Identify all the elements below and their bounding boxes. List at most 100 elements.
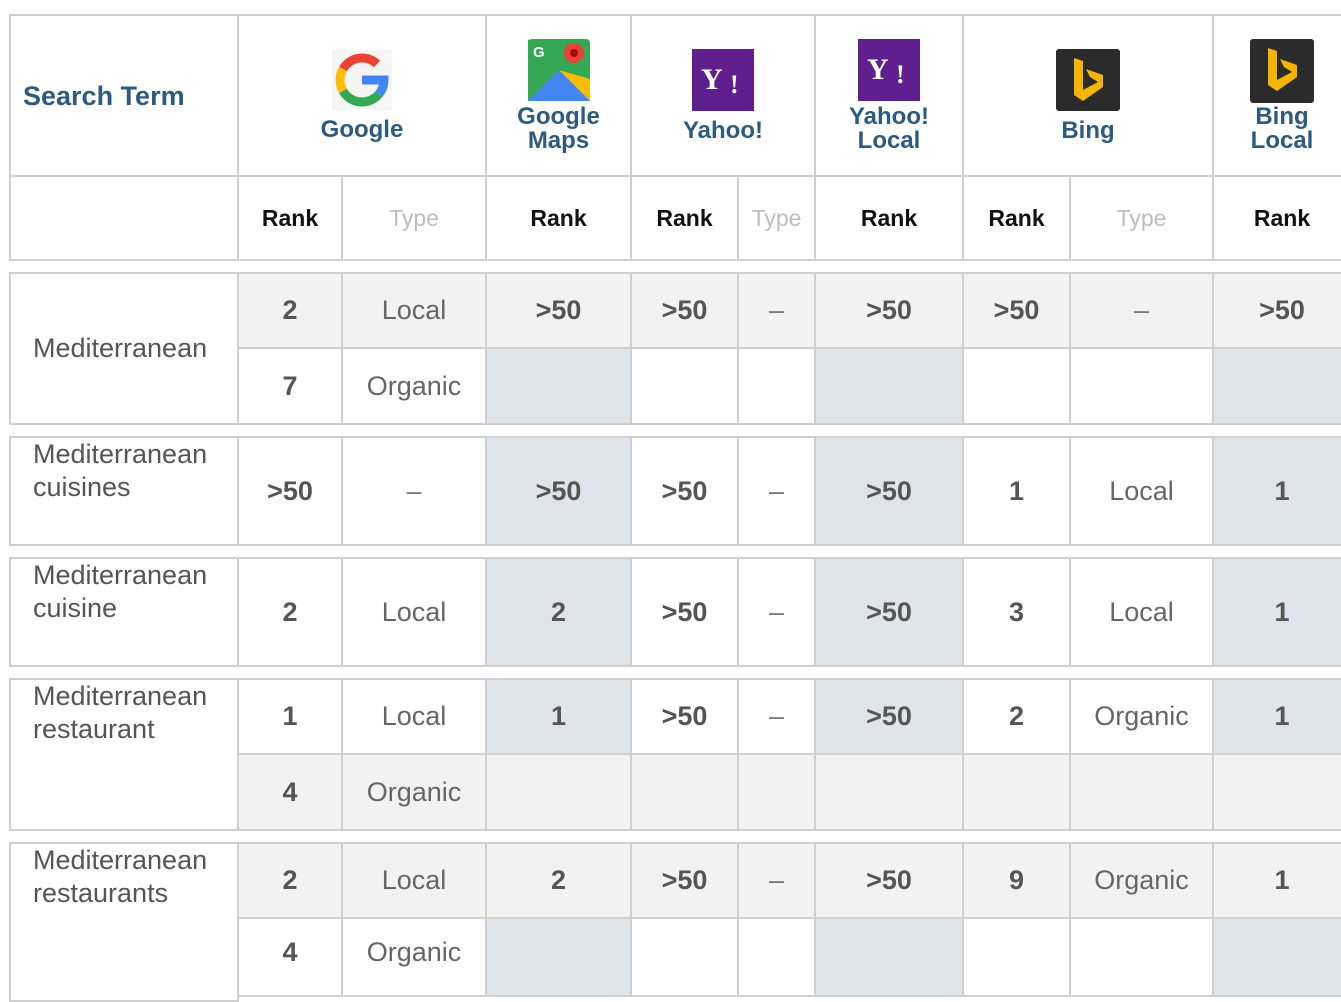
yahoo-rank: >50 bbox=[630, 557, 739, 667]
header-yahoo-local-label-1: Yahoo! bbox=[848, 102, 929, 130]
google-maps-empty bbox=[485, 753, 632, 831]
bing-rank: 3 bbox=[962, 557, 1071, 667]
header-bing-local-label-1: Bing bbox=[1255, 102, 1309, 130]
bing-local-empty bbox=[1212, 917, 1341, 997]
bing-local-rank: 1 bbox=[1212, 557, 1341, 667]
google-type: – bbox=[341, 436, 487, 546]
svg-text:Y: Y bbox=[701, 63, 723, 96]
google-maps-icon: G bbox=[527, 38, 590, 101]
yahoo-local-empty bbox=[814, 347, 964, 425]
yahoo-local-rank: >50 bbox=[814, 436, 964, 546]
google-rank: 2 bbox=[237, 842, 343, 919]
google-rank: 1 bbox=[237, 678, 343, 755]
subheader-bing-local-rank: Rank bbox=[1212, 175, 1341, 261]
bing-rank: 2 bbox=[962, 678, 1071, 755]
bing-type: – bbox=[1069, 272, 1214, 349]
yahoo-empty bbox=[630, 753, 739, 831]
header-yahoo-local: Y ! Yahoo! Local bbox=[814, 14, 964, 177]
yahoo-type: – bbox=[737, 272, 816, 349]
subheader-yahoo-type: Type bbox=[737, 175, 816, 261]
yahoo-rank: >50 bbox=[630, 436, 739, 546]
header-google-maps-label-2: Maps bbox=[527, 126, 590, 154]
subheader-blank bbox=[9, 175, 239, 261]
header-yahoo: Y ! Yahoo! bbox=[630, 14, 816, 177]
header-bing: Bing bbox=[962, 14, 1214, 177]
search-term-cell: Mediterranean cuisine bbox=[9, 557, 239, 667]
search-term-cell: Mediterranean cuisines bbox=[9, 436, 239, 546]
search-term-cell: Mediterranean restaurants bbox=[9, 842, 239, 1002]
google-logo-icon bbox=[332, 49, 392, 110]
google-rank: 4 bbox=[237, 917, 343, 997]
svg-text:!: ! bbox=[730, 70, 739, 99]
header-bing-local-label-2: Local bbox=[1250, 126, 1314, 154]
google-rank: 4 bbox=[237, 753, 343, 831]
yahoo-local-empty bbox=[814, 917, 964, 997]
yahoo-type: – bbox=[737, 842, 816, 919]
bing-empty bbox=[1069, 917, 1214, 997]
google-rank: 2 bbox=[237, 272, 343, 349]
header-google-maps-label-1: Google bbox=[517, 102, 600, 130]
svg-text:G: G bbox=[533, 44, 545, 61]
google-type: Organic bbox=[341, 347, 487, 425]
bing-empty bbox=[1069, 753, 1214, 831]
bing-empty bbox=[962, 753, 1071, 831]
bing-local-rank: >50 bbox=[1212, 272, 1341, 349]
bing-type: Local bbox=[1069, 557, 1214, 667]
google-maps-rank: >50 bbox=[485, 272, 632, 349]
google-type: Local bbox=[341, 842, 487, 919]
search-term-cell: Mediterranean bbox=[9, 272, 239, 425]
bing-local-rank: 1 bbox=[1212, 436, 1341, 546]
bing-rank: 9 bbox=[962, 842, 1071, 919]
header-yahoo-local-label-2: Local bbox=[857, 126, 921, 154]
bing-empty bbox=[1069, 347, 1214, 425]
subheader-bing-rank: Rank bbox=[962, 175, 1071, 261]
yahoo-type: – bbox=[737, 678, 816, 755]
yahoo-empty bbox=[737, 917, 816, 997]
bing-local-rank: 1 bbox=[1212, 842, 1341, 919]
google-rank: 7 bbox=[237, 347, 343, 425]
google-rank: 2 bbox=[237, 557, 343, 667]
google-type: Local bbox=[341, 557, 487, 667]
bing-local-empty bbox=[1212, 347, 1341, 425]
yahoo-icon: Y ! bbox=[692, 48, 754, 111]
bing-local-empty bbox=[1212, 753, 1341, 831]
subheader-google-rank: Rank bbox=[237, 175, 343, 261]
google-type: Organic bbox=[341, 917, 487, 997]
bing-empty bbox=[962, 347, 1071, 425]
google-maps-empty bbox=[485, 347, 632, 425]
google-maps-rank: 1 bbox=[485, 678, 632, 755]
google-maps-rank: >50 bbox=[485, 436, 632, 546]
bing-icon bbox=[1056, 48, 1120, 111]
yahoo-local-rank: >50 bbox=[814, 678, 964, 755]
header-google: Google bbox=[237, 14, 487, 177]
yahoo-local-rank: >50 bbox=[814, 557, 964, 667]
bing-empty bbox=[962, 917, 1071, 997]
google-maps-rank: 2 bbox=[485, 557, 632, 667]
svg-text:!: ! bbox=[896, 60, 905, 89]
header-google-label: Google bbox=[320, 115, 404, 143]
google-type: Local bbox=[341, 272, 487, 349]
yahoo-empty bbox=[737, 347, 816, 425]
header-yahoo-label: Yahoo! bbox=[682, 116, 763, 144]
google-maps-rank: 2 bbox=[485, 842, 632, 919]
subheader-google-maps-rank: Rank bbox=[485, 175, 632, 261]
bing-type: Organic bbox=[1069, 842, 1214, 919]
subheader-yahoo-rank: Rank bbox=[630, 175, 739, 261]
yahoo-type: – bbox=[737, 557, 816, 667]
svg-text:Y: Y bbox=[867, 53, 889, 86]
subheader-bing-type: Type bbox=[1069, 175, 1214, 261]
yahoo-local-empty bbox=[814, 753, 964, 831]
yahoo-local-icon: Y ! bbox=[858, 38, 920, 101]
yahoo-rank: >50 bbox=[630, 272, 739, 349]
header-google-maps: G Google Maps bbox=[485, 14, 632, 177]
bing-local-rank: 1 bbox=[1212, 678, 1341, 755]
bing-type: Organic bbox=[1069, 678, 1214, 755]
google-rank: >50 bbox=[237, 436, 343, 546]
bing-local-icon bbox=[1250, 38, 1314, 103]
yahoo-local-rank: >50 bbox=[814, 842, 964, 919]
yahoo-local-rank: >50 bbox=[814, 272, 964, 349]
google-type: Local bbox=[341, 678, 487, 755]
yahoo-empty bbox=[737, 753, 816, 831]
header-bing-label: Bing bbox=[1061, 116, 1115, 144]
bing-rank: >50 bbox=[962, 272, 1071, 349]
